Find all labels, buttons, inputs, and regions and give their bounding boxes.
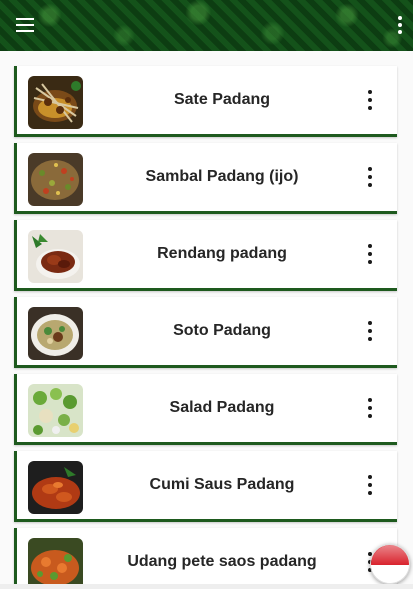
app-bar [0,0,413,51]
recipe-title: Cumi Saus Padang [149,476,295,493]
rendang-padang-thumbnail [28,230,83,283]
recipe-card-salad-padang[interactable]: Salad Padang [14,374,397,445]
item-more-icon[interactable] [365,398,375,418]
recipe-list: Sate Padang Sambal Padang (ijo) Rendang … [14,66,397,589]
recipe-title: Sambal Padang (ijo) [145,168,299,185]
udang-pete-thumbnail [28,538,83,589]
recipe-card-rendang-padang[interactable]: Rendang padang [14,220,397,291]
recipe-card-soto-padang[interactable]: Soto Padang [14,297,397,368]
recipe-title: Sate Padang [173,91,271,108]
item-more-icon[interactable] [365,167,375,187]
recipe-title: Rendang padang [157,245,287,262]
recipe-title: Salad Padang [169,399,275,416]
cumi-saus-padang-thumbnail [28,461,83,514]
indonesia-flag-icon[interactable] [370,544,410,584]
recipe-card-sambal-padang[interactable]: Sambal Padang (ijo) [14,143,397,214]
recipe-card-sate-padang[interactable]: Sate Padang [14,66,397,137]
bottom-edge [0,584,413,589]
recipe-title: Soto Padang [173,322,271,339]
recipe-card-cumi-saus-padang[interactable]: Cumi Saus Padang [14,451,397,522]
recipe-title: Udang pete saos padang [127,553,317,570]
sambal-padang-thumbnail [28,153,83,206]
salad-padang-thumbnail [28,384,83,437]
sate-padang-thumbnail [28,76,83,129]
hamburger-icon[interactable] [10,11,40,39]
item-more-icon[interactable] [365,321,375,341]
item-more-icon[interactable] [365,90,375,110]
item-more-icon[interactable] [365,475,375,495]
item-more-icon[interactable] [365,244,375,264]
soto-padang-thumbnail [28,307,83,360]
overflow-menu-icon[interactable] [393,12,407,38]
recipe-card-udang-pete[interactable]: Udang pete saos padang [14,528,397,589]
